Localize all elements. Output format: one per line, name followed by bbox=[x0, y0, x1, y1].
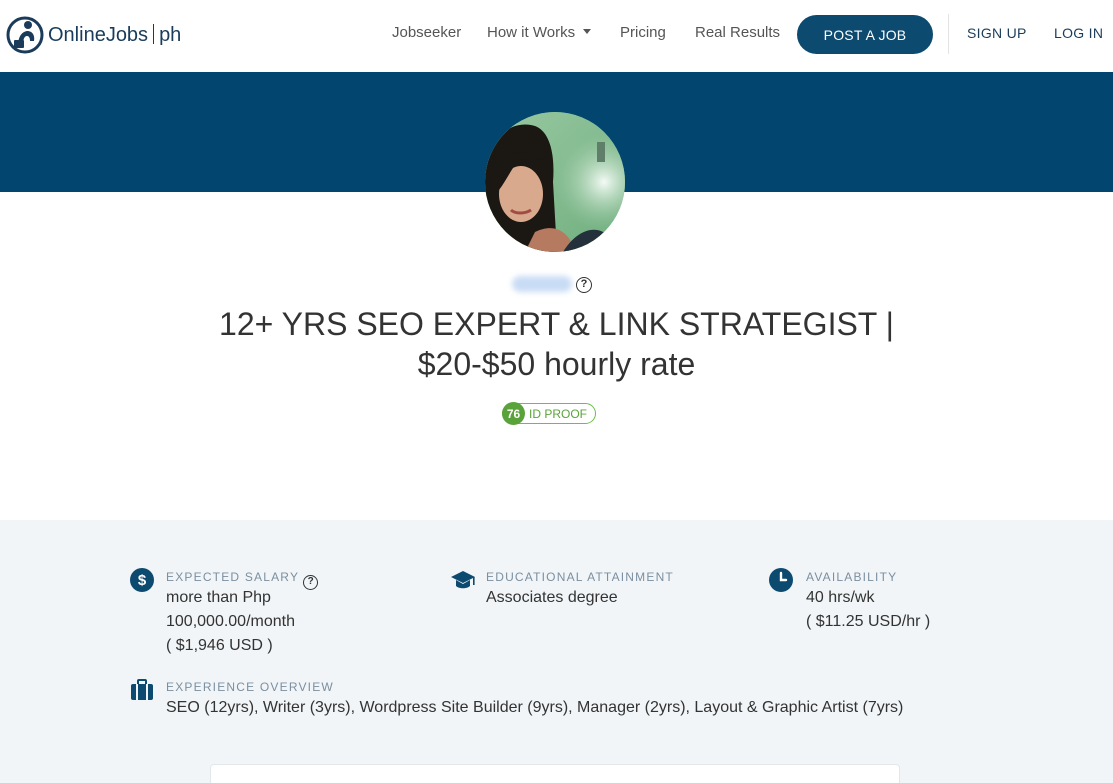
availability-value: 40 hrs/wk ( $11.25 USD/hr ) bbox=[806, 586, 930, 634]
salary-help-icon[interactable]: ? bbox=[303, 575, 319, 590]
briefcase-icon bbox=[130, 678, 154, 702]
availability-line-1: 40 hrs/wk bbox=[806, 589, 875, 606]
help-icon[interactable]: ? bbox=[576, 277, 592, 293]
post-a-job-button[interactable]: POST A JOB bbox=[797, 15, 933, 54]
graduation-cap-icon bbox=[450, 568, 475, 592]
nav-link-how-it-works[interactable]: How it Works bbox=[487, 24, 592, 41]
profile-name-row: ? bbox=[0, 272, 1113, 298]
caret-down-icon bbox=[583, 29, 592, 34]
availability-label: AVAILABILITY bbox=[806, 570, 898, 584]
log-in-link[interactable]: LOG IN bbox=[1054, 25, 1103, 41]
content-card bbox=[210, 764, 900, 783]
headline-line-2: $20-$50 hourly rate bbox=[417, 346, 696, 382]
expected-salary-value: more than Php 100,000.00/month ( $1,946 … bbox=[166, 586, 295, 658]
nav-link-how-it-works-label: How it Works bbox=[487, 24, 576, 41]
site-logo[interactable]: OnlineJobs ph bbox=[6, 14, 181, 56]
nav-link-pricing[interactable]: Pricing bbox=[620, 24, 666, 41]
headline-line-1: 12+ YRS SEO EXPERT & LINK STRATEGIST | bbox=[219, 306, 894, 342]
id-proof-badge[interactable]: 76 ID PROOF bbox=[502, 402, 596, 425]
profile-avatar bbox=[485, 112, 625, 252]
sign-up-link[interactable]: SIGN UP bbox=[967, 25, 1027, 41]
person-logo-icon bbox=[6, 16, 44, 54]
experience-overview-label: EXPERIENCE OVERVIEW bbox=[166, 680, 334, 694]
educational-attainment-label: EDUCATIONAL ATTAINMENT bbox=[486, 570, 674, 584]
experience-overview-value: SEO (12yrs), Writer (3yrs), Wordpress Si… bbox=[166, 699, 904, 716]
nav-divider bbox=[948, 14, 949, 54]
dollar-icon: $ bbox=[130, 568, 154, 592]
profile-headline: 12+ YRS SEO EXPERT & LINK STRATEGIST | $… bbox=[200, 304, 913, 384]
profile-details-section: $ EXPECTED SALARY? more than Php 100,000… bbox=[0, 520, 1113, 783]
educational-attainment-value: Associates degree bbox=[486, 589, 618, 606]
logo-wordmark: OnlineJobs ph bbox=[48, 23, 182, 47]
id-proof-label: ID PROOF bbox=[529, 406, 588, 421]
expected-salary-label-text: EXPECTED SALARY bbox=[166, 570, 300, 584]
clock-icon bbox=[769, 568, 793, 592]
id-score: 76 bbox=[502, 402, 525, 425]
logo-suffix: ph bbox=[159, 23, 182, 46]
logo-separator bbox=[153, 23, 155, 44]
redacted-name bbox=[512, 276, 572, 292]
salary-line-2: 100,000.00/month bbox=[166, 613, 295, 630]
salary-line-1: more than Php bbox=[166, 589, 271, 606]
nav-link-jobseeker[interactable]: Jobseeker bbox=[392, 24, 461, 41]
nav-link-real-results[interactable]: Real Results bbox=[695, 24, 780, 41]
top-navbar: OnlineJobs ph Jobseeker How it Works Pric… bbox=[0, 0, 1113, 72]
logo-name: OnlineJobs bbox=[48, 23, 149, 46]
availability-line-2: ( $11.25 USD/hr ) bbox=[806, 613, 931, 630]
salary-line-3: ( $1,946 USD ) bbox=[166, 637, 273, 654]
